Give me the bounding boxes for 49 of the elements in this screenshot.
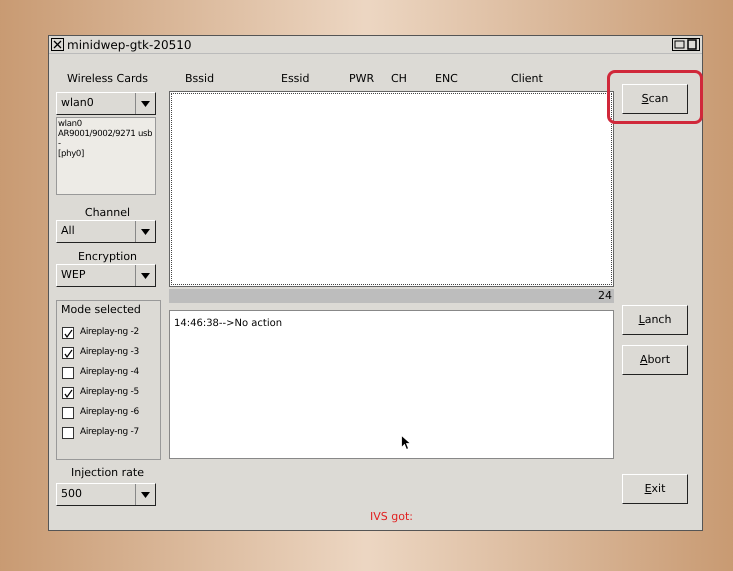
column-header: ENC xyxy=(434,71,459,87)
checkbox[interactable] xyxy=(62,367,74,379)
dropdown[interactable]: All xyxy=(56,220,156,243)
window-controls-icon[interactable] xyxy=(672,38,700,51)
dropdown-value: 500 xyxy=(61,486,82,502)
dropdown-value: wlan0 xyxy=(61,95,94,112)
dropdown-value: All xyxy=(61,223,75,240)
column-header: Essid xyxy=(280,71,310,87)
column-header: Bssid xyxy=(184,71,216,87)
caret-icon xyxy=(141,100,150,106)
count-label: 24 xyxy=(598,288,612,304)
field-label: Injection rate xyxy=(70,465,145,481)
info-line: [phy0] xyxy=(58,149,86,159)
checkbox-label: Aireplay-ng -5 xyxy=(80,386,139,400)
window-title: minidwep-gtk-20510 xyxy=(67,36,192,54)
info-line: AR9001/9002/9271 usb - xyxy=(58,129,154,149)
column-header: PWR xyxy=(348,71,376,87)
checkbox[interactable] xyxy=(62,347,74,359)
checkbox-label: Aireplay-ng -7 xyxy=(80,426,139,440)
network-list[interactable] xyxy=(169,91,614,287)
field-label: Encryption xyxy=(76,249,138,264)
checkbox-label: Aireplay-ng -4 xyxy=(80,366,139,380)
checkbox[interactable] xyxy=(62,387,74,399)
field-label: Channel xyxy=(84,205,132,220)
ivs-label: IVS got: xyxy=(370,509,413,525)
dropdown[interactable]: wlan0 xyxy=(56,92,156,115)
checkbox-label: Aireplay-ng -6 xyxy=(80,406,139,420)
push-button[interactable]: Lanch xyxy=(622,305,688,335)
mouse-pointer-icon xyxy=(401,435,411,450)
push-button[interactable]: Abort xyxy=(622,345,688,375)
caret-icon xyxy=(141,228,150,234)
checkbox[interactable] xyxy=(62,407,74,419)
close-icon[interactable] xyxy=(51,38,64,51)
push-button[interactable]: Scan xyxy=(622,84,688,114)
caret-icon xyxy=(141,492,150,498)
checkbox-label: Aireplay-ng -2 xyxy=(80,326,139,340)
column-header: CH xyxy=(391,71,408,87)
checkbox[interactable] xyxy=(62,327,74,339)
dropdown[interactable]: WEP xyxy=(56,264,156,287)
field-label: Wireless Cards xyxy=(66,71,149,87)
log-line: 14:46:38-->No action xyxy=(174,317,284,331)
dropdown[interactable]: 500 xyxy=(56,483,156,506)
dropdown-value: WEP xyxy=(61,267,86,284)
push-button[interactable]: Exit xyxy=(622,474,688,504)
caret-icon xyxy=(141,272,150,278)
info-line: wlan0 xyxy=(58,119,83,129)
column-header: Client xyxy=(510,71,544,87)
checkbox[interactable] xyxy=(62,427,74,439)
checkbox-label: Aireplay-ng -3 xyxy=(80,346,139,360)
